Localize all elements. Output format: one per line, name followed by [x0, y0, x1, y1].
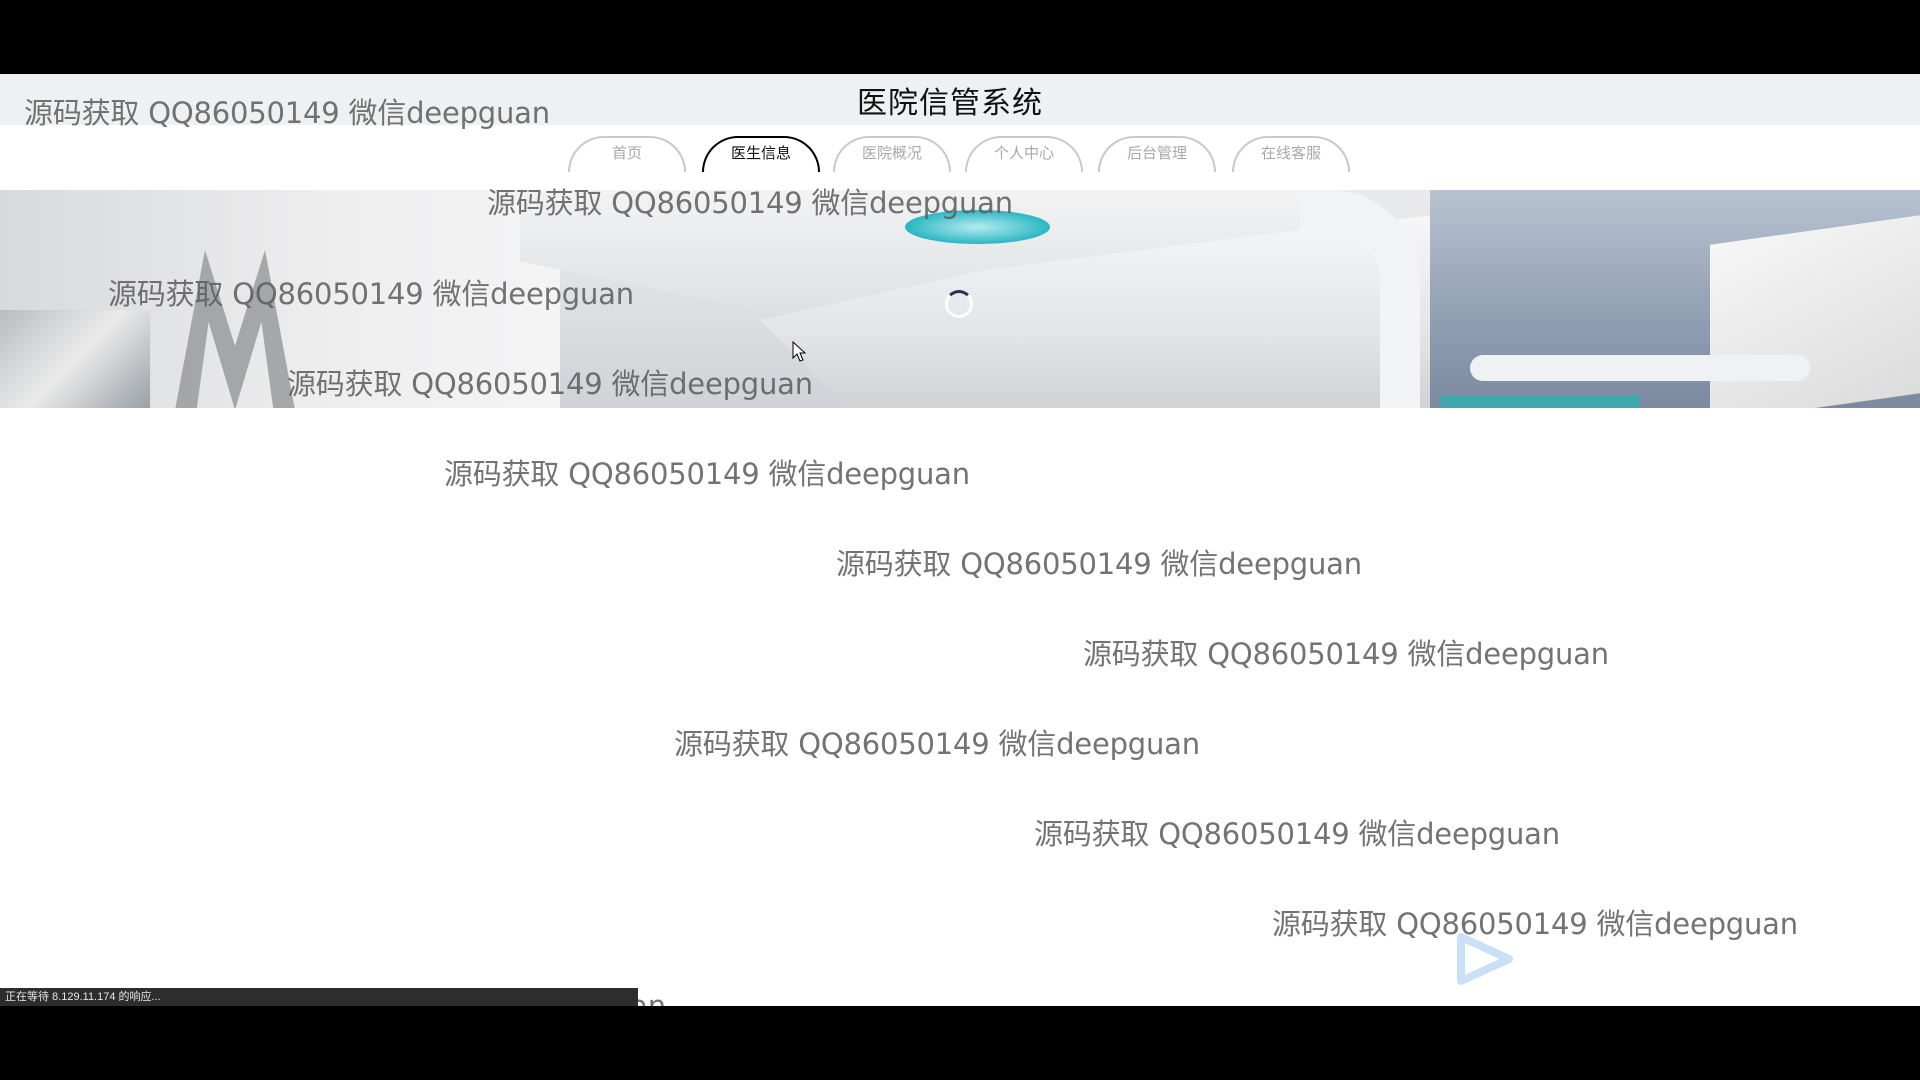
watermark-text: 源码获取 QQ86050149 微信deepguan	[1272, 907, 1798, 941]
nav-tab-home[interactable]: 首页	[568, 136, 686, 172]
watermark-text: 源码获取 QQ86050149 微信deepguan	[487, 186, 1013, 220]
loading-spinner-icon	[945, 290, 973, 318]
banner-teal-stripe	[1440, 395, 1640, 408]
nav-tab-admin[interactable]: 后台管理	[1098, 136, 1216, 172]
watermark-text: 源码获取 QQ86050149 微信deepguan	[24, 96, 550, 130]
nav-tab-personal-center[interactable]: 个人中心	[965, 136, 1083, 172]
watermark-text: 源码获取 QQ86050149 微信deepguan	[674, 727, 1200, 761]
nav-tab-hospital-overview[interactable]: 医院概况	[833, 136, 951, 172]
cursor-arrow-icon	[792, 341, 807, 362]
banner-poster	[0, 310, 150, 408]
watermark-text: 源码获取 QQ86050149 微信deepguan	[1034, 817, 1560, 851]
watermark-text: 源码获取 QQ86050149 微信deepguan	[1083, 637, 1609, 671]
nav-tab-online-service[interactable]: 在线客服	[1232, 136, 1350, 172]
banner-equipment-arm	[1470, 355, 1810, 381]
watermark-text: 源码获取 QQ86050149 微信deepguan	[444, 457, 970, 491]
watermark-text: 源码获取 QQ86050149 微信deepguan	[108, 277, 634, 311]
nav-tab-doctor-info[interactable]: 医生信息	[702, 136, 820, 172]
watermark-text: 源码获取 QQ86050149 微信deepguan	[287, 367, 813, 401]
browser-viewport: 医院信管系统 首页 医生信息 医院概况 个人中心 后台管理 在线客服 源码获取 …	[0, 74, 1920, 1006]
watermark-text: 源码获取 QQ86050149 微信deepguan	[836, 547, 1362, 581]
play-logo-icon	[1457, 933, 1513, 985]
browser-status-text: 正在等待 8.129.11.174 的响应...	[0, 988, 638, 1006]
